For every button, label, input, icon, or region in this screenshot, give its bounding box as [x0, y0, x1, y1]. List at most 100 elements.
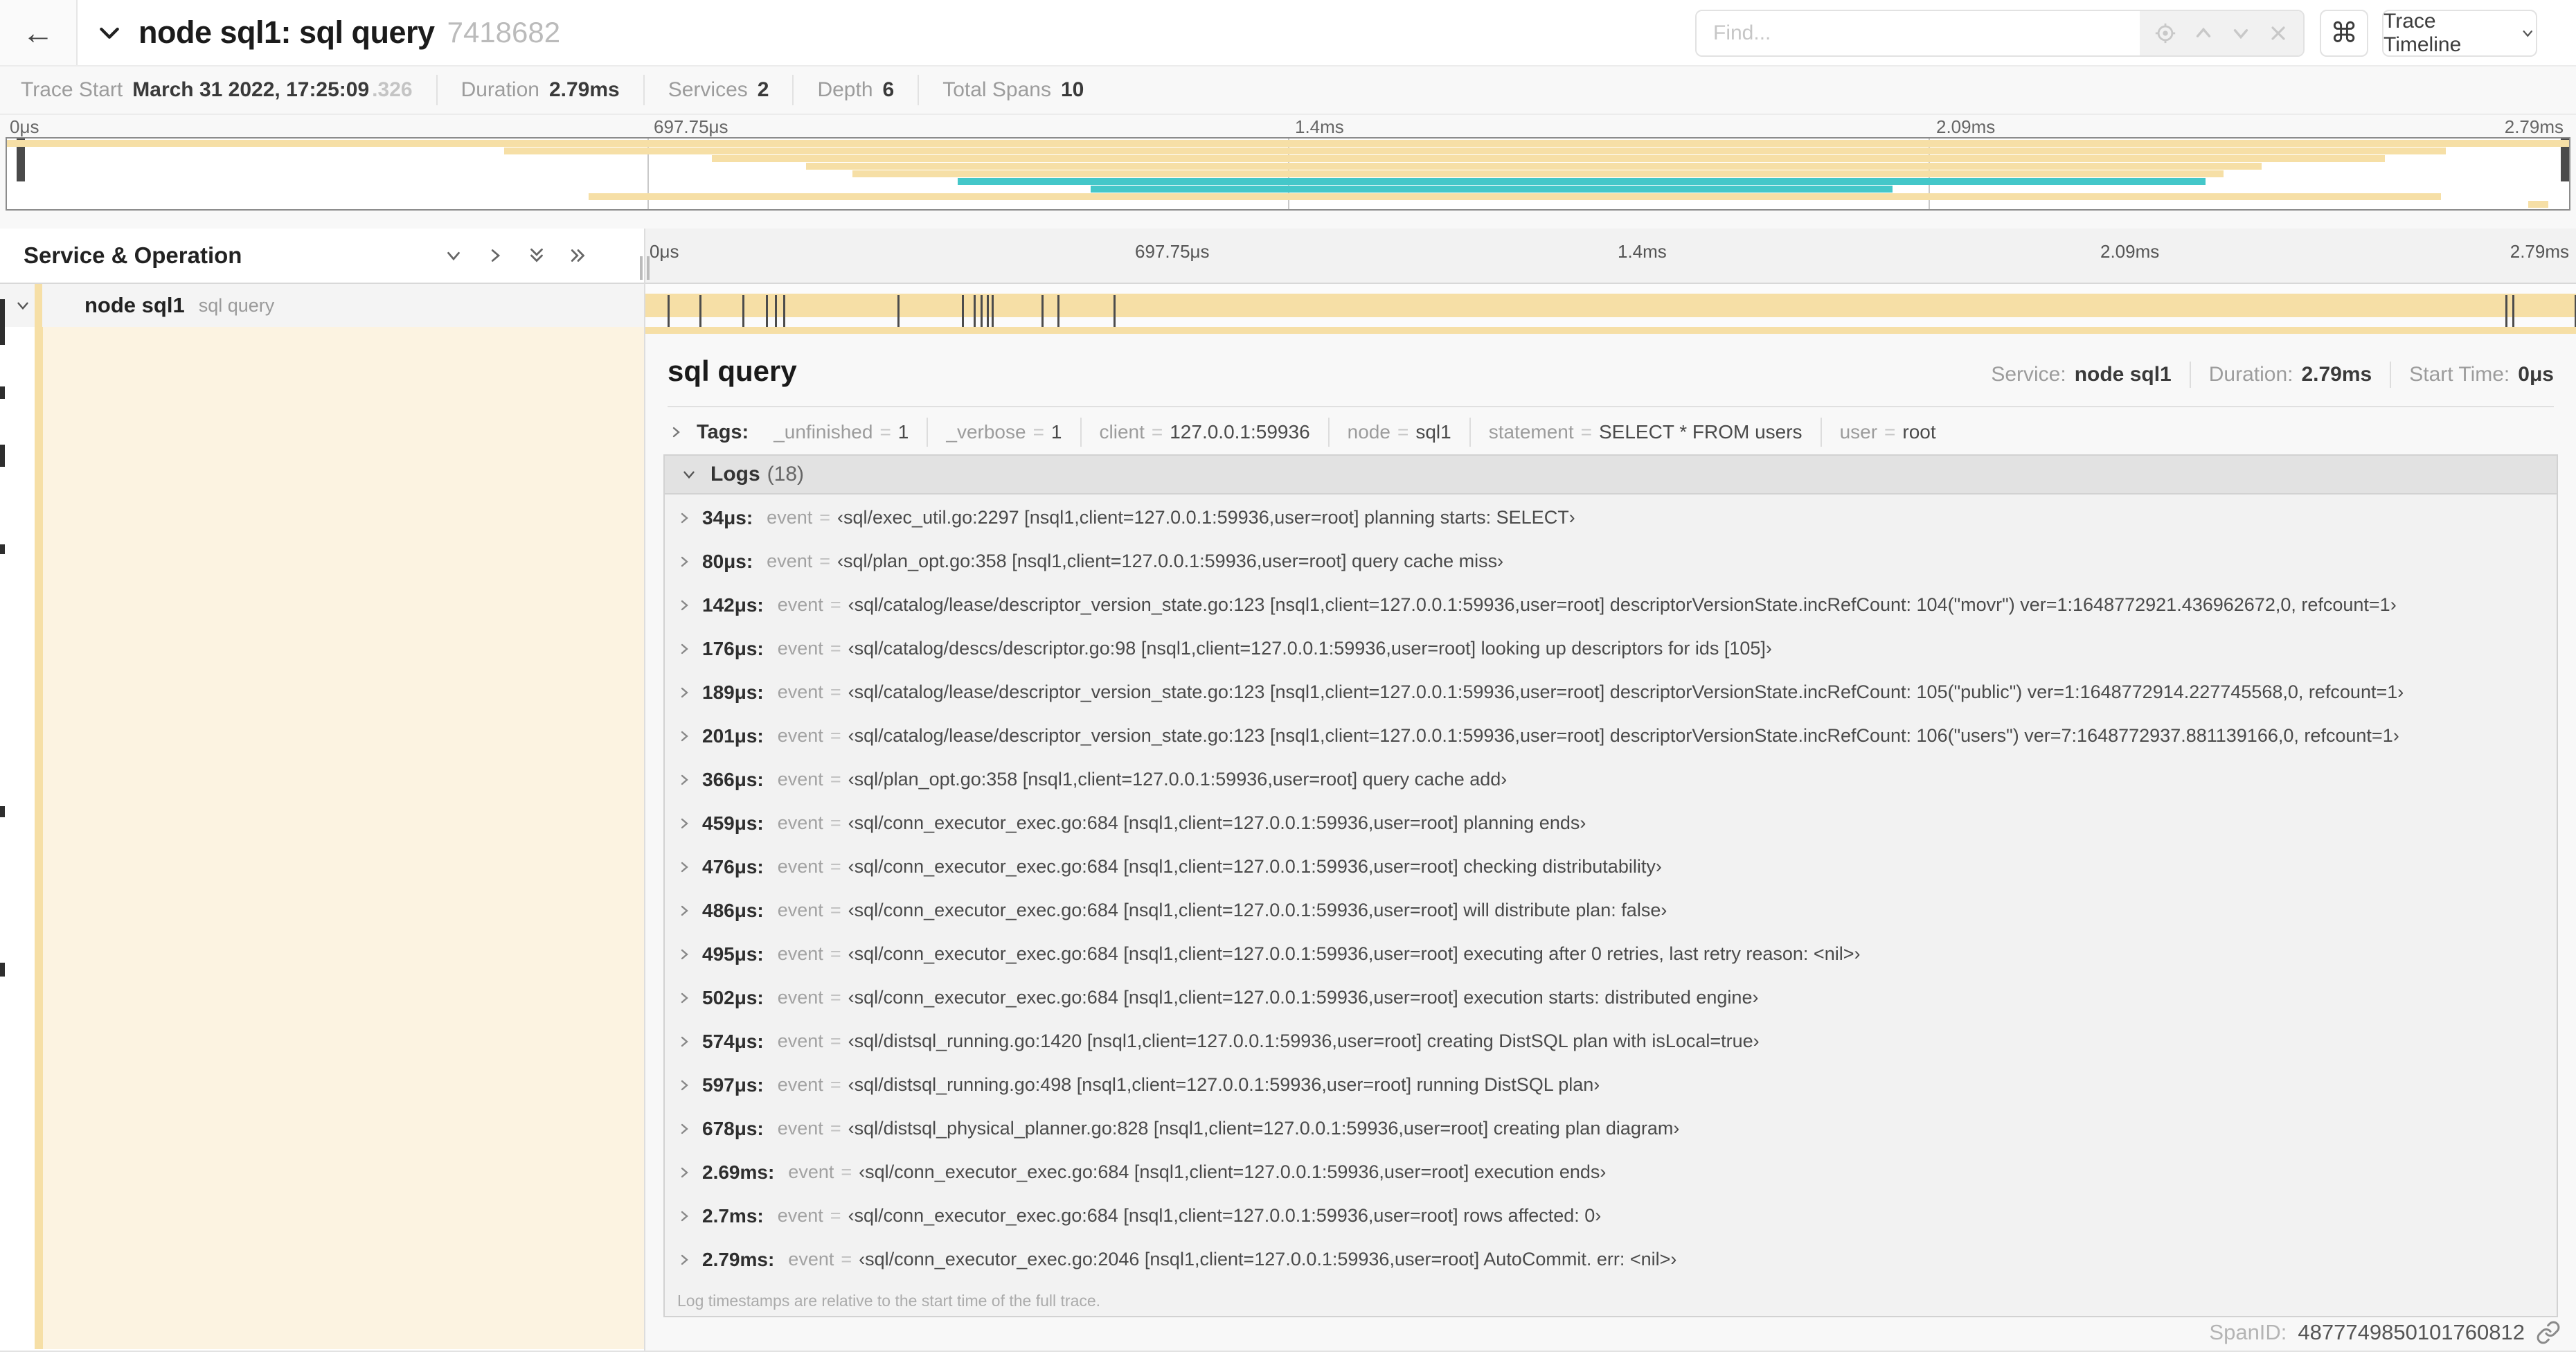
view-select-label: Trace Timeline: [2383, 10, 2462, 56]
log-field-key: event: [777, 769, 823, 790]
chevron-right-icon[interactable]: [676, 510, 702, 526]
chevron-right-icon[interactable]: [676, 1164, 702, 1181]
logs-header[interactable]: Logs (18): [665, 456, 2557, 495]
deep-link-icon[interactable]: [2536, 1320, 2561, 1345]
log-row[interactable]: 80μs: event = ‹sql/plan_opt.go:358 [nsql1,c…: [665, 540, 2557, 583]
log-row[interactable]: 2.69ms: event = ‹sql/conn_executor_exec.go:…: [665, 1150, 2557, 1194]
next-result-icon[interactable]: [2229, 21, 2253, 45]
chevron-right-icon[interactable]: [676, 1208, 702, 1224]
chevron-right-icon[interactable]: [676, 1077, 702, 1094]
minimap-canvas[interactable]: [6, 137, 2570, 211]
log-row[interactable]: 2.79ms: event = ‹sql/conn_executor_exec.go:…: [665, 1238, 2557, 1281]
chevron-right-icon[interactable]: [676, 597, 702, 614]
tag-key: user: [1839, 421, 1878, 443]
trace-timeline-page: ← node sql1: sql query 7418682 Find... ⌘…: [0, 0, 2576, 1363]
detail-divider: [668, 406, 2554, 407]
chevron-right-icon[interactable]: [676, 684, 702, 701]
span-collapse-icon[interactable]: [14, 296, 32, 314]
chevron-right-icon[interactable]: [676, 990, 702, 1006]
chevron-right-icon[interactable]: [676, 772, 702, 788]
log-row[interactable]: 176μs: event = ‹sql/catalog/descs/descripto…: [665, 627, 2557, 670]
detail-top-accent: [645, 327, 2576, 334]
summary-services: Services 2: [645, 75, 794, 105]
bottom-strip: [0, 1351, 2576, 1363]
log-row[interactable]: 476μs: event = ‹sql/conn_executor_exec.go:6…: [665, 845, 2557, 889]
find-input[interactable]: [1697, 11, 2140, 55]
span-row-service[interactable]: node sql1 sql query: [0, 284, 644, 327]
span-duration-bar[interactable]: [645, 294, 2576, 335]
tags-row[interactable]: Tags: _unfinished = 1 _verbose = 1 client = 127.…: [668, 414, 2554, 450]
log-row[interactable]: 366μs: event = ‹sql/plan_opt.go:358 [nsql1,…: [665, 758, 2557, 801]
tag-value: 1: [897, 421, 909, 443]
tag-equals: =: [1884, 421, 1896, 443]
chevron-right-icon[interactable]: [676, 815, 702, 832]
tick-label: 697.75μs: [1135, 241, 1210, 262]
log-row[interactable]: 502μs: event = ‹sql/conn_executor_exec.go:6…: [665, 976, 2557, 1019]
column-divider[interactable]: [644, 229, 645, 1363]
log-message: ‹sql/conn_executor_exec.go:684 [nsql1,cl…: [848, 856, 1662, 877]
summary-duration: Duration 2.79ms: [438, 75, 645, 105]
column-resize-handle[interactable]: [634, 256, 655, 280]
log-row[interactable]: 459μs: event = ‹sql/conn_executor_exec.go:6…: [665, 801, 2557, 845]
chevron-right-icon[interactable]: [676, 553, 702, 570]
chevron-right-icon[interactable]: [676, 1033, 702, 1050]
minimap-span: [588, 193, 2441, 200]
clear-search-icon[interactable]: [2267, 22, 2289, 44]
tag-key: _verbose: [946, 421, 1026, 443]
chevron-right-icon[interactable]: [676, 1251, 702, 1268]
chevron-right-icon[interactable]: [676, 946, 702, 963]
chevron-right-icon[interactable]: [676, 728, 702, 745]
find-box: [1695, 10, 2305, 57]
span-row-bar[interactable]: [645, 284, 2576, 335]
keyboard-shortcuts-button[interactable]: ⌘: [2320, 10, 2368, 57]
log-field-key: event: [788, 1161, 834, 1182]
tag-value: root: [1902, 421, 1936, 443]
tag-equals: =: [1032, 421, 1044, 443]
log-row[interactable]: 678μs: event = ‹sql/distsql_physical_planne…: [665, 1107, 2557, 1150]
log-row[interactable]: 574μs: event = ‹sql/distsql_running.go:1420…: [665, 1019, 2557, 1063]
summary-trace-start: Trace Start March 31 2022, 17:25:09 .326: [21, 75, 438, 105]
tag-item[interactable]: user = root: [1822, 418, 1954, 447]
tag-item[interactable]: _unfinished = 1: [755, 418, 929, 447]
logs-list: 34μs: event = ‹sql/exec_util.go:2297 [nsql1…: [665, 496, 2557, 1284]
expand-one-icon[interactable]: [485, 245, 506, 266]
back-button[interactable]: ←: [0, 0, 78, 65]
tag-item[interactable]: statement = SELECT * FROM users: [1471, 418, 1822, 447]
span-id-label: SpanID:: [2209, 1320, 2287, 1344]
expand-all-icon[interactable]: [568, 245, 589, 266]
log-field-key: event: [777, 1031, 823, 1051]
log-row[interactable]: 34μs: event = ‹sql/exec_util.go:2297 [nsql1…: [665, 496, 2557, 540]
minimap-tick-labels: 0μs 697.75μs 1.4ms 2.09ms 2.79ms: [6, 116, 2570, 137]
span-service-name: node sql1: [84, 293, 185, 317]
prev-result-icon[interactable]: [2192, 21, 2215, 45]
tag-item[interactable]: client = 127.0.0.1:59936: [1082, 418, 1330, 447]
log-row[interactable]: 495μs: event = ‹sql/conn_executor_exec.go:6…: [665, 932, 2557, 976]
collapse-all-icon[interactable]: [526, 245, 547, 266]
log-time: 495μs:: [702, 943, 764, 965]
log-field-key: event: [777, 682, 823, 702]
locate-icon[interactable]: [2154, 21, 2177, 45]
view-select-button[interactable]: Trace Timeline: [2382, 10, 2537, 57]
chevron-right-icon[interactable]: [676, 859, 702, 875]
log-row[interactable]: 201μs: event = ‹sql/catalog/lease/descripto…: [665, 714, 2557, 758]
log-message: ‹sql/distsql_physical_planner.go:828 [ns…: [848, 1118, 1680, 1139]
chevron-right-icon[interactable]: [676, 641, 702, 657]
log-row[interactable]: 486μs: event = ‹sql/conn_executor_exec.go:6…: [665, 889, 2557, 932]
chevron-right-icon[interactable]: [676, 1121, 702, 1137]
log-message: ‹sql/conn_executor_exec.go:2046 [nsql1,c…: [859, 1249, 1677, 1270]
tag-equals: =: [879, 421, 891, 443]
log-row[interactable]: 142μs: event = ‹sql/catalog/lease/descripto…: [665, 583, 2557, 627]
log-row[interactable]: 597μs: event = ‹sql/distsql_running.go:498 …: [665, 1063, 2557, 1107]
log-equals: =: [830, 812, 841, 833]
logs-title: Logs: [710, 463, 760, 485]
log-row[interactable]: 2.7ms: event = ‹sql/conn_executor_exec.go:6…: [665, 1194, 2557, 1238]
collapse-one-icon[interactable]: [443, 245, 464, 266]
log-field-key: event: [788, 1249, 834, 1270]
log-row[interactable]: 189μs: event = ‹sql/catalog/lease/descripto…: [665, 670, 2557, 714]
log-time: 201μs:: [702, 724, 764, 747]
tag-item[interactable]: _verbose = 1: [928, 418, 1082, 447]
chevron-right-icon[interactable]: [676, 902, 702, 919]
collapse-trace-icon[interactable]: [96, 19, 123, 46]
gutter-mark: [0, 806, 5, 817]
tag-item[interactable]: node = sql1: [1330, 418, 1471, 447]
